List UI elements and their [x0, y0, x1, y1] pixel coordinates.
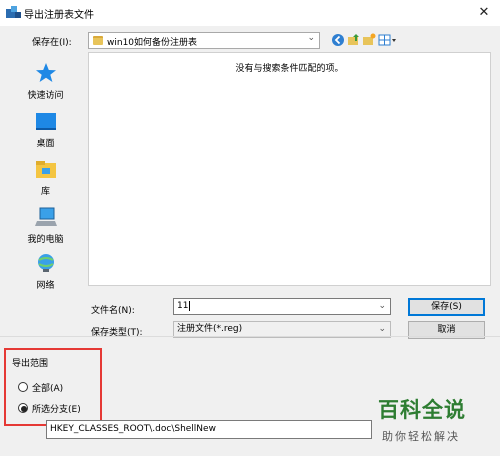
place-quick-access[interactable]: 快速访问: [9, 60, 82, 106]
branch-path-input[interactable]: HKEY_CLASSES_ROOT\.doc\ShellNew: [46, 420, 372, 439]
radio-selected-branch-label: 所选分支(E): [32, 405, 81, 415]
file-name-label: 文件名(N):: [91, 306, 135, 316]
places-bar: 快速访问 桌面 库 我的电脑 网络: [9, 52, 82, 291]
empty-message: 没有与搜索条件匹配的项。: [235, 64, 344, 74]
radio-all[interactable]: 全部(A): [18, 381, 98, 395]
export-range-title: 导出范围: [12, 359, 49, 369]
place-label: 库: [40, 187, 50, 197]
save-type-value: 注册文件(*.reg): [177, 324, 243, 334]
place-library[interactable]: 库: [9, 156, 82, 202]
radio-button[interactable]: [18, 382, 28, 392]
desktop-icon: [36, 113, 56, 130]
file-name-input[interactable]: 11 ⌄: [173, 298, 391, 315]
computer-icon: [35, 207, 57, 226]
place-label: 我的电脑: [27, 235, 64, 245]
library-icon: [36, 161, 56, 178]
radio-button-checked[interactable]: [18, 403, 28, 413]
chevron-down-icon: ⌄: [378, 324, 386, 334]
back-icon[interactable]: [331, 33, 345, 47]
place-label: 快速访问: [27, 91, 64, 101]
chevron-down-icon: ⌄: [307, 33, 315, 43]
star-icon: [36, 63, 56, 82]
save-button[interactable]: 保存(S): [408, 298, 485, 316]
file-name-value: 11: [177, 301, 189, 311]
divider: [0, 336, 500, 337]
place-desktop[interactable]: 桌面: [9, 108, 82, 154]
place-network[interactable]: 网络: [9, 250, 82, 296]
watermark-subtitle: 助你轻松解决: [382, 430, 460, 443]
place-my-computer[interactable]: 我的电脑: [9, 204, 82, 250]
new-folder-icon[interactable]: [362, 33, 376, 47]
chevron-down-icon[interactable]: ⌄: [378, 299, 386, 314]
regedit-icon: [6, 6, 21, 18]
radio-all-label: 全部(A): [32, 384, 64, 394]
radio-selected-branch[interactable]: 所选分支(E): [18, 402, 100, 416]
save-in-dropdown[interactable]: win10如何备份注册表 ⌄: [88, 32, 320, 49]
view-menu-icon[interactable]: [378, 33, 398, 47]
network-icon: [38, 254, 54, 272]
window-title: 导出注册表文件: [24, 10, 94, 21]
folder-icon: [93, 36, 103, 45]
watermark-title: 百科全说: [378, 398, 466, 422]
file-list[interactable]: 没有与搜索条件匹配的项。: [88, 52, 491, 286]
place-label: 桌面: [36, 139, 55, 149]
place-label: 网络: [36, 281, 55, 291]
save-in-label: 保存在(I):: [32, 38, 72, 48]
save-in-value: win10如何备份注册表: [107, 38, 198, 48]
title-bar: 导出注册表文件 ✕: [0, 0, 500, 26]
up-folder-icon[interactable]: [347, 33, 361, 47]
close-button[interactable]: ✕: [472, 2, 496, 24]
